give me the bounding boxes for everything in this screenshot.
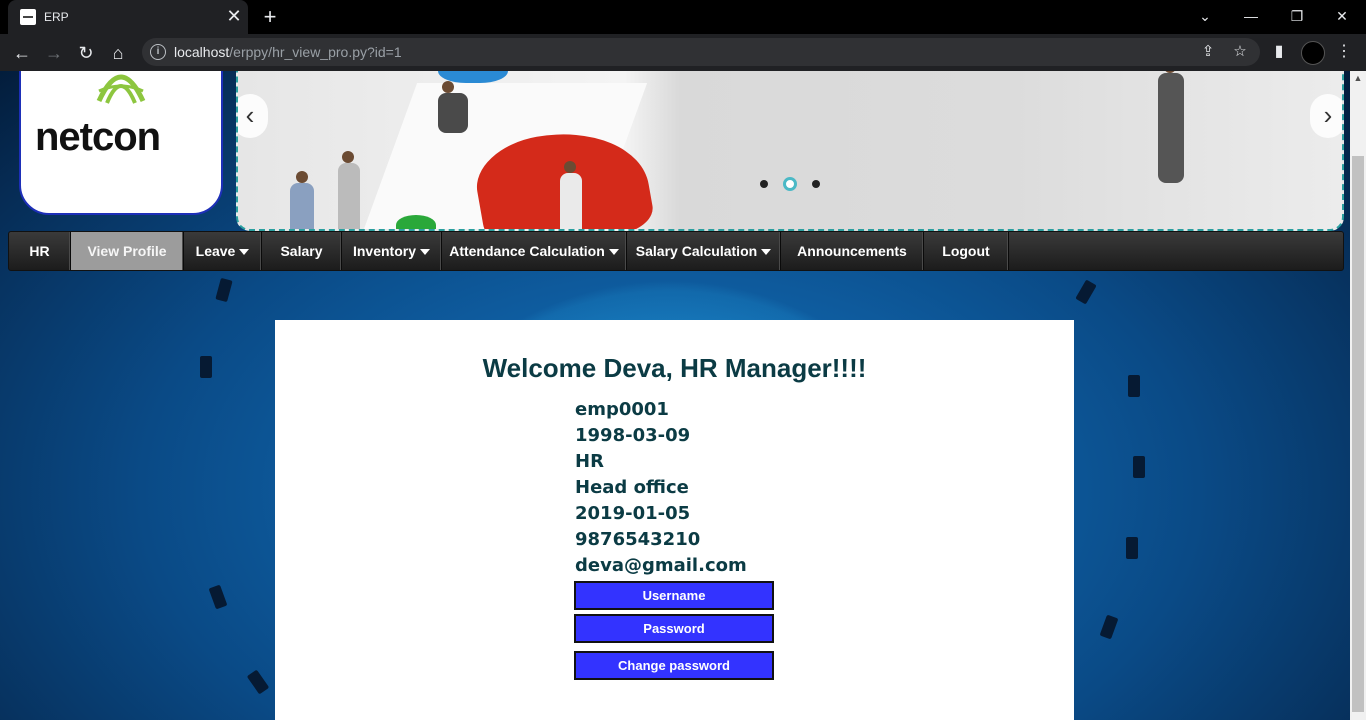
browser-menu-icon[interactable]: ⋮ xyxy=(1332,40,1356,64)
banner-person-figure xyxy=(560,173,582,229)
menu-item-view-profile[interactable]: View Profile xyxy=(71,232,184,270)
bg-decoration xyxy=(208,584,228,610)
menu-item-salary-calculation[interactable]: Salary Calculation xyxy=(627,232,781,270)
profile-avatar[interactable] xyxy=(1301,41,1325,65)
side-panel-icon[interactable]: ▮ xyxy=(1267,40,1291,64)
browser-toolbar: ← → ↻ ⌂ i localhost/erppy/hr_view_pro.py… xyxy=(0,34,1366,71)
tab-title: ERP xyxy=(44,10,69,24)
banner-person-figure xyxy=(1158,73,1184,183)
main-menu-bar: HR View Profile Leave Salary Inventory A… xyxy=(8,231,1344,271)
menu-item-leave[interactable]: Leave xyxy=(184,232,262,270)
bg-decoration xyxy=(215,277,233,303)
home-button[interactable]: ⌂ xyxy=(105,40,131,66)
url-text[interactable]: localhost/erppy/hr_view_pro.py?id=1 xyxy=(174,44,402,60)
banner-person-head xyxy=(564,161,576,173)
scroll-up-icon[interactable]: ▲ xyxy=(1350,71,1366,85)
tab-search-icon[interactable]: ⌄ xyxy=(1192,4,1218,28)
bg-decoration xyxy=(1128,375,1140,397)
company-logo[interactable]: netcon xyxy=(19,71,223,215)
email-address: deva@gmail.com xyxy=(575,555,747,576)
banner-person-figure xyxy=(290,183,314,229)
banner-carousel[interactable]: ‹ › xyxy=(236,71,1344,231)
bg-decoration xyxy=(1075,279,1097,305)
bookmark-star-icon[interactable]: ☆ xyxy=(1230,42,1250,62)
bg-decoration xyxy=(1133,456,1145,478)
share-icon[interactable]: ⇪ xyxy=(1198,42,1218,62)
joining-date: 2019-01-05 xyxy=(575,503,691,524)
dropdown-caret-icon xyxy=(761,249,772,256)
banner-person-head xyxy=(296,171,308,183)
bg-decoration xyxy=(246,669,270,695)
bg-decoration xyxy=(200,356,212,378)
carousel-dot-3[interactable] xyxy=(812,180,820,188)
favicon-icon xyxy=(20,9,36,25)
address-bar[interactable]: i localhost/erppy/hr_view_pro.py?id=1 ⇪ … xyxy=(142,38,1260,66)
logo-text: netcon xyxy=(35,115,161,159)
password-button[interactable]: Password xyxy=(574,614,774,643)
site-info-icon[interactable]: i xyxy=(150,44,166,60)
bg-decoration xyxy=(1099,614,1119,640)
welcome-heading: Welcome Deva, HR Manager!!!! xyxy=(482,353,867,383)
banner-image-art xyxy=(396,215,436,229)
page-background: netcon ‹ › HR View Profile Leave Salary … xyxy=(0,71,1350,720)
banner-person-figure xyxy=(338,163,360,229)
profile-panel: Welcome Deva, HR Manager!!!! emp0001 199… xyxy=(275,320,1074,720)
dropdown-caret-icon xyxy=(420,249,430,256)
browser-tab-bar: ERP ✕ + ⌄ — ❐ ✕ xyxy=(0,0,1366,34)
new-tab-button[interactable]: + xyxy=(258,5,282,29)
bg-decoration xyxy=(1126,537,1138,559)
menu-item-announcements[interactable]: Announcements xyxy=(781,232,924,270)
carousel-prev-button[interactable]: ‹ xyxy=(238,94,268,138)
minimize-button[interactable]: — xyxy=(1238,4,1264,28)
close-window-button[interactable]: ✕ xyxy=(1329,4,1355,28)
menu-item-inventory[interactable]: Inventory xyxy=(342,232,442,270)
change-password-button[interactable]: Change password xyxy=(574,651,774,680)
menu-item-hr[interactable]: HR xyxy=(9,232,71,270)
employee-id: emp0001 xyxy=(575,399,669,420)
date-of-birth: 1998-03-09 xyxy=(575,425,691,446)
username-button[interactable]: Username xyxy=(574,581,774,610)
carousel-next-button[interactable]: › xyxy=(1310,94,1342,138)
department: HR xyxy=(575,451,604,472)
tab-close-icon[interactable]: ✕ xyxy=(224,6,244,26)
carousel-dot-1[interactable] xyxy=(760,180,768,188)
menu-item-salary[interactable]: Salary xyxy=(262,232,342,270)
banner-person-head xyxy=(342,151,354,163)
menu-item-attendance-calculation[interactable]: Attendance Calculation xyxy=(442,232,627,270)
restore-button[interactable]: ❐ xyxy=(1284,4,1310,28)
work-location: Head office xyxy=(575,477,689,498)
logo-arc-icon xyxy=(96,74,146,104)
dropdown-caret-icon xyxy=(239,249,250,256)
phone-number: 9876543210 xyxy=(575,529,701,550)
banner-person-head xyxy=(442,81,454,93)
menu-item-logout[interactable]: Logout xyxy=(924,232,1009,270)
reload-button[interactable]: ↻ xyxy=(73,40,99,66)
back-button[interactable]: ← xyxy=(9,40,35,66)
forward-button[interactable]: → xyxy=(41,40,67,66)
scrollbar-thumb[interactable] xyxy=(1352,156,1364,712)
dropdown-caret-icon xyxy=(608,249,619,256)
carousel-dot-2[interactable] xyxy=(783,177,797,191)
page-scrollbar[interactable]: ▲ xyxy=(1350,71,1366,720)
browser-tab[interactable]: ERP ✕ xyxy=(8,0,248,34)
banner-person-figure xyxy=(438,93,468,133)
